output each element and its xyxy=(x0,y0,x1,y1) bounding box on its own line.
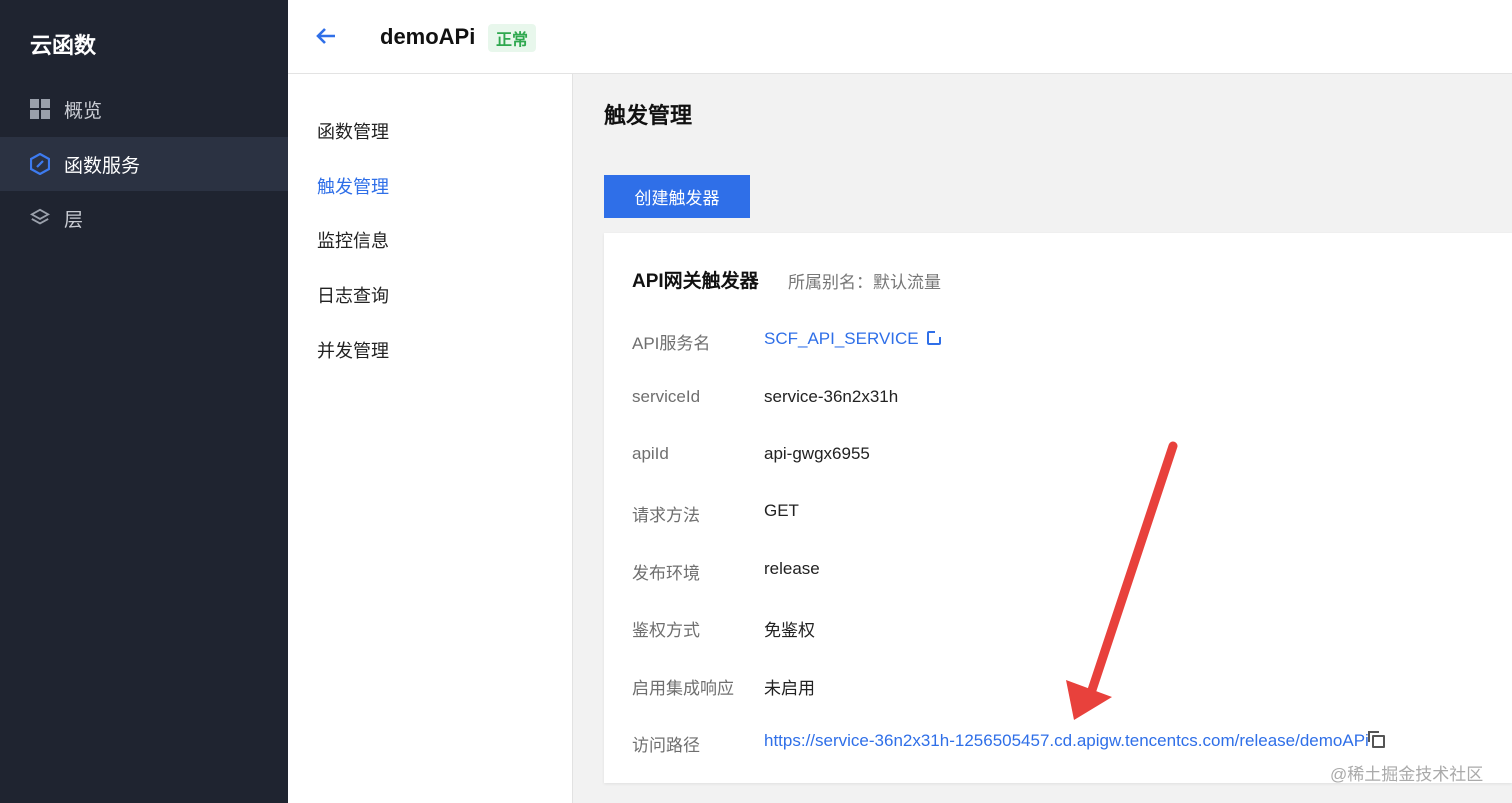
sidebar-item-label: 层 xyxy=(64,209,84,231)
sidebar: 云函数 概览 函数服务 层 xyxy=(0,0,288,803)
sidebar-item-label: 概览 xyxy=(64,100,103,122)
row-value-api-id: api-gwgx6955 xyxy=(764,444,870,463)
row-label-integrated-response: 启用集成响应 xyxy=(632,679,734,698)
trigger-card: API网关触发器 所属别名：默认流量 API服务名 SCF_API_SERVIC… xyxy=(604,233,1512,783)
submenu-item-concurrency[interactable]: 并发管理 xyxy=(317,337,389,363)
sidebar-item-functions[interactable]: 函数服务 xyxy=(0,137,288,191)
watermark: @稀土掘金技术社区 xyxy=(1330,765,1484,784)
submenu-item-trigger-management[interactable]: 触发管理 xyxy=(317,173,389,199)
row-label-auth-method: 鉴权方式 xyxy=(632,621,700,640)
create-trigger-button[interactable]: 创建触发器 xyxy=(604,175,750,218)
function-name: demoAPi xyxy=(380,24,476,49)
copy-icon[interactable] xyxy=(1367,731,1385,748)
row-value-request-method: GET xyxy=(764,501,799,520)
row-value-integrated-response: 未启用 xyxy=(764,679,815,698)
layers-icon xyxy=(30,208,50,228)
row-label-release-env: 发布环境 xyxy=(632,564,700,583)
row-label-api-service-name: API服务名 xyxy=(632,334,711,353)
trigger-alias: 所属别名：默认流量 xyxy=(788,273,941,292)
access-path-row: https://service-36n2x31h-1256505457.cd.a… xyxy=(764,731,1385,751)
sidebar-item-overview[interactable]: 概览 xyxy=(0,82,288,136)
api-service-link-text: SCF_API_SERVICE xyxy=(764,329,919,348)
function-submenu: 函数管理 触发管理 监控信息 日志查询 并发管理 xyxy=(288,74,573,803)
row-label-access-path: 访问路径 xyxy=(632,736,700,755)
submenu-item-function-management[interactable]: 函数管理 xyxy=(317,118,389,144)
trigger-title: API网关触发器 xyxy=(632,271,759,292)
sidebar-item-layers[interactable]: 层 xyxy=(0,191,288,245)
external-link-icon xyxy=(926,330,942,345)
row-value-release-env: release xyxy=(764,559,820,578)
back-button[interactable] xyxy=(314,24,340,50)
sidebar-item-label: 函数服务 xyxy=(64,155,141,177)
row-label-api-id: apiId xyxy=(632,444,669,463)
access-path-link[interactable]: https://service-36n2x31h-1256505457.cd.a… xyxy=(764,731,1369,750)
row-value-service-id: service-36n2x31h xyxy=(764,387,899,406)
app-title: 云函数 xyxy=(30,33,97,58)
dashboard-grid-icon xyxy=(30,99,50,119)
row-label-service-id: serviceId xyxy=(632,387,701,406)
row-value-auth-method: 免鉴权 xyxy=(764,621,815,640)
api-service-link[interactable]: SCF_API_SERVICE xyxy=(764,329,942,349)
submenu-item-logs[interactable]: 日志查询 xyxy=(317,282,389,308)
status-badge: 正常 xyxy=(488,24,537,52)
row-label-request-method: 请求方法 xyxy=(632,506,700,525)
arrow-left-icon xyxy=(316,28,335,44)
submenu-item-monitoring[interactable]: 监控信息 xyxy=(317,227,389,253)
function-hexagon-icon xyxy=(30,153,50,175)
main-content: 触发管理 创建触发器 API网关触发器 所属别名：默认流量 API服务名 SCF… xyxy=(573,74,1512,803)
header: demoAPi 正常 xyxy=(288,0,1512,74)
page-title: 触发管理 xyxy=(604,103,693,128)
